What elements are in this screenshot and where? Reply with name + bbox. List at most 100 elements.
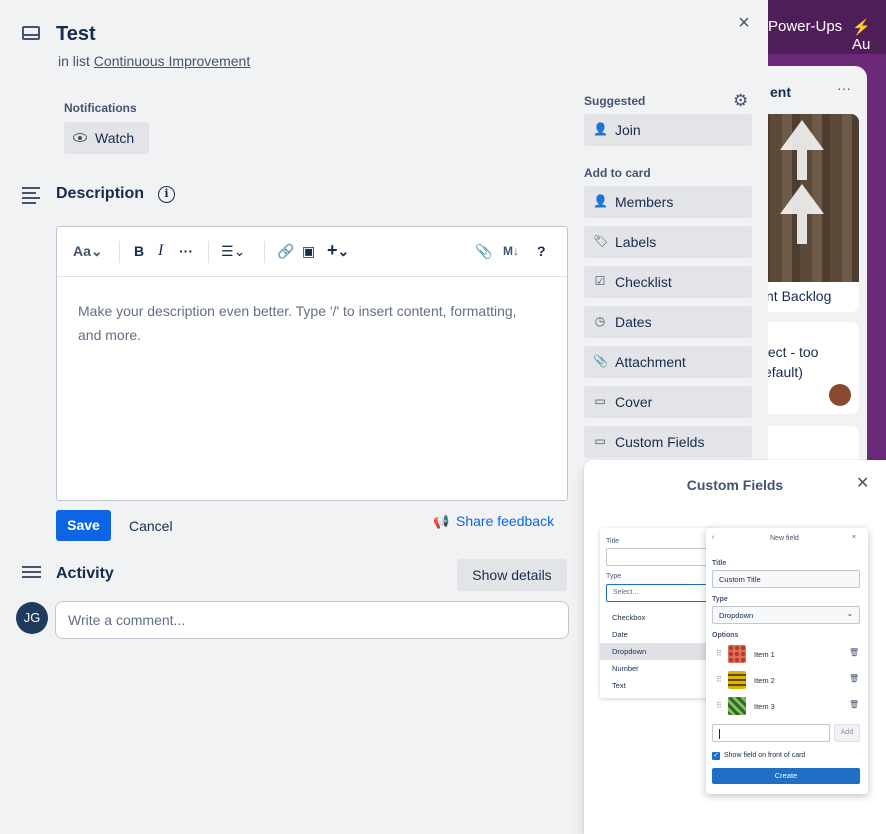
- link-icon[interactable]: 🔗: [277, 243, 294, 260]
- description-icon: [22, 187, 40, 207]
- insert-button[interactable]: +⌄: [327, 240, 349, 261]
- cover-button[interactable]: ▭ Cover: [584, 386, 752, 418]
- plus-icon: +: [327, 240, 338, 260]
- close-icon[interactable]: ×: [733, 12, 755, 34]
- avatar: JG: [16, 602, 48, 634]
- megaphone-icon: 📢: [433, 514, 450, 529]
- chevron-down-icon: ⌄: [90, 243, 103, 259]
- illus-type-label: Type: [712, 596, 728, 603]
- attachment-label: Attachment: [615, 354, 686, 370]
- activity-title: Activity: [56, 565, 114, 582]
- illus-title-label: Title: [606, 538, 619, 545]
- list-button[interactable]: ☰⌄: [221, 243, 245, 260]
- description-placeholder: Make your description even better. Type …: [78, 303, 517, 343]
- illus-title-box: [606, 548, 712, 566]
- list-menu-button[interactable]: ···: [837, 80, 851, 96]
- members-button[interactable]: 👤 Members: [584, 186, 752, 218]
- illus-option: Date: [612, 630, 628, 639]
- chevron-left-icon: ‹: [712, 534, 715, 541]
- cover-icon: ▭: [594, 394, 606, 408]
- tag-icon: 🏷: [593, 234, 609, 248]
- bold-button[interactable]: B: [134, 243, 144, 259]
- show-details-button[interactable]: Show details: [457, 559, 567, 591]
- list-icon: ☰: [221, 243, 234, 259]
- paperclip-icon: 📎: [593, 354, 608, 368]
- person-icon: 👤: [593, 122, 608, 136]
- illustration-new-field: ‹ New field × Title Custom Title Type Dr…: [706, 528, 868, 794]
- custom-fields-icon: ▭: [594, 434, 606, 448]
- card-text: efault): [764, 364, 803, 380]
- custom-fields-button[interactable]: ▭ Custom Fields: [584, 426, 752, 458]
- more-formatting-button[interactable]: ···: [179, 243, 193, 259]
- illus-header: New field: [770, 535, 799, 542]
- watch-label: Watch: [95, 130, 135, 146]
- add-to-card-label: Add to card: [584, 166, 651, 180]
- description-title: Description: [56, 185, 145, 202]
- join-label: Join: [615, 122, 641, 138]
- illus-option-item: ⠿ Item 2 🗑: [712, 671, 862, 691]
- checklist-label: Checklist: [615, 274, 672, 290]
- editor-toolbar: Aa⌄ B I ··· ☰⌄ 🔗 ▣ +⌄ 📎 M↓ ?: [57, 227, 567, 277]
- labels-label: Labels: [615, 234, 657, 250]
- activity-icon: [22, 566, 41, 581]
- illus-option: Checkbox: [612, 613, 646, 622]
- image-icon[interactable]: ▣: [302, 243, 315, 260]
- automation-label: Au: [852, 36, 871, 53]
- dates-button[interactable]: ◷ Dates: [584, 306, 752, 338]
- suggested-label: Suggested: [584, 94, 646, 108]
- description-editor[interactable]: Aa⌄ B I ··· ☰⌄ 🔗 ▣ +⌄ 📎 M↓ ? Make your d…: [56, 226, 568, 501]
- chevron-down-icon: ⌄: [337, 243, 350, 259]
- person-icon: 👤: [593, 194, 608, 208]
- list-name-link[interactable]: Continuous Improvement: [94, 53, 250, 69]
- share-feedback-label: Share feedback: [456, 513, 555, 529]
- clock-icon: ◷: [594, 314, 606, 328]
- watch-button[interactable]: Watch: [64, 122, 149, 154]
- save-button[interactable]: Save: [56, 510, 111, 541]
- custom-fields-popover: Custom Fields ✕ Title Type Select... Che…: [584, 460, 886, 834]
- card-text: fect - too: [764, 344, 819, 360]
- notifications-label: Notifications: [64, 101, 137, 115]
- join-button[interactable]: 👤 Join: [584, 114, 752, 146]
- cancel-button[interactable]: Cancel: [129, 518, 173, 534]
- illus-option: Number: [612, 664, 639, 673]
- illus-title-input: Custom Title: [712, 570, 860, 588]
- close-icon: ×: [852, 534, 857, 541]
- illus-select-box: Select...: [606, 584, 712, 602]
- drag-handle-icon: ⠿: [716, 649, 722, 658]
- illus-option: Text: [612, 681, 626, 690]
- close-icon[interactable]: ✕: [856, 473, 869, 493]
- popover-title: Custom Fields: [686, 477, 784, 493]
- gear-icon[interactable]: ⚙: [733, 91, 748, 111]
- labels-button[interactable]: 🏷 Labels: [584, 226, 752, 258]
- info-icon[interactable]: i: [158, 186, 175, 203]
- comment-input[interactable]: Write a comment...: [55, 601, 569, 639]
- italic-button[interactable]: I: [158, 242, 163, 260]
- help-icon[interactable]: ?: [537, 243, 546, 259]
- illus-new-option-input: [712, 724, 830, 742]
- trash-icon: 🗑: [849, 700, 860, 709]
- illus-options-label: Options: [712, 632, 739, 639]
- trash-icon: 🗑: [849, 674, 860, 683]
- illus-option-item: ⠿ Item 1 🗑: [712, 645, 862, 665]
- attachment-icon[interactable]: 📎: [475, 243, 492, 260]
- markdown-icon[interactable]: M↓: [503, 244, 519, 258]
- text-style-button[interactable]: Aa⌄: [73, 243, 103, 260]
- bolt-icon: ⚡: [852, 19, 871, 36]
- card-title[interactable]: Test: [56, 23, 96, 46]
- illus-option-item: ⠿ Item 3 🗑: [712, 697, 862, 717]
- illus-title-label: Title: [712, 560, 727, 567]
- custom-fields-label: Custom Fields: [615, 434, 705, 450]
- dates-label: Dates: [615, 314, 652, 330]
- checklist-button[interactable]: ☑ Checklist: [584, 266, 752, 298]
- illus-add-button: Add: [834, 724, 860, 742]
- illus-create-button: Create: [712, 768, 860, 784]
- in-list-prefix: in list: [58, 53, 90, 69]
- illus-show-on-front: Show field on front of card: [724, 752, 806, 759]
- power-ups-button[interactable]: Power-Ups: [768, 18, 842, 35]
- illustration-type-select: Title Type Select... Checkbox Date Dropd…: [600, 528, 718, 698]
- automation-button[interactable]: ⚡ Au: [852, 18, 886, 53]
- drag-handle-icon: ⠿: [716, 675, 722, 684]
- attachment-button[interactable]: 📎 Attachment: [584, 346, 752, 378]
- checkbox-icon: ☑: [594, 274, 606, 288]
- pattern-swatch: [728, 697, 746, 715]
